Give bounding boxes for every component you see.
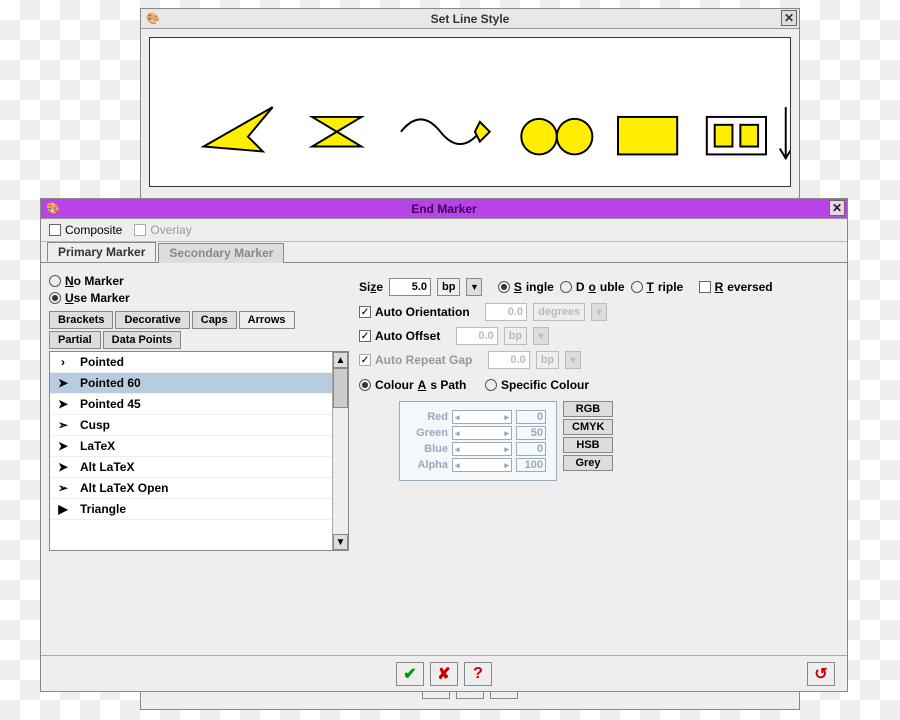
specific-colour-radio[interactable]: Specific Colour	[485, 378, 589, 392]
offset-unit: bp	[504, 327, 527, 345]
colour-sliders: Red◂▸0 Green◂▸50 Blue◂▸0 Alpha◂▸100	[399, 401, 557, 481]
auto-offset-checkbox[interactable]: ✓Auto Offset	[359, 329, 440, 343]
colour-as-path-radio[interactable]: Colour As Path	[359, 378, 466, 392]
cancel-button[interactable]: ✘	[430, 662, 458, 686]
red-slider[interactable]: ◂▸	[452, 410, 512, 424]
green-slider[interactable]: ◂▸	[452, 426, 512, 440]
subtab-partial[interactable]: Partial	[49, 331, 101, 349]
list-item[interactable]: ➣Cusp	[50, 415, 348, 436]
mode-grey[interactable]: Grey	[563, 455, 613, 471]
overlay-label: Overlay	[150, 223, 191, 237]
reset-button[interactable]: ↺	[807, 662, 835, 686]
marker-list: ›Pointed ➤Pointed 60 ➤Pointed 45 ➣Cusp ➤…	[49, 351, 349, 551]
scrollbar[interactable]: ▲ ▼	[332, 352, 348, 550]
subtab-arrows[interactable]: Arrows	[239, 311, 295, 329]
use-marker-radio[interactable]: Use Marker	[49, 291, 349, 305]
scroll-thumb[interactable]	[333, 368, 348, 408]
titlebar[interactable]: 🎨 Set Line Style ✕	[141, 9, 799, 29]
app-icon: 🎨	[45, 201, 61, 217]
right-panel: Size 5.0 bp ▼ Single Double Triple Rever…	[359, 271, 839, 551]
list-item[interactable]: ➢Alt LaTeX Open	[50, 478, 348, 499]
list-item[interactable]: ➤Pointed 45	[50, 394, 348, 415]
scroll-down-icon[interactable]: ▼	[333, 534, 348, 550]
overlay-checkbox[interactable]: Overlay	[134, 223, 191, 237]
repeat-unit: bp	[536, 351, 559, 369]
list-item[interactable]: ➤LaTeX	[50, 436, 348, 457]
offset-input: 0.0	[456, 327, 498, 345]
tab-primary-marker[interactable]: Primary Marker	[47, 242, 156, 262]
orientation-input: 0.0	[485, 303, 527, 321]
marker-tabs: Primary Marker Secondary Marker	[41, 242, 847, 263]
mode-cmyk[interactable]: CMYK	[563, 419, 613, 435]
triple-radio[interactable]: Triple	[631, 280, 684, 294]
composite-label: Composite	[65, 223, 122, 237]
orientation-dropdown: ▼	[591, 303, 607, 321]
left-panel: No Marker Use Marker Brackets Decorative…	[49, 271, 349, 551]
blue-slider[interactable]: ◂▸	[452, 442, 512, 456]
subtab-decorative[interactable]: Decorative	[115, 311, 189, 329]
preview-canvas	[149, 37, 791, 187]
list-item[interactable]: ➤Alt LaTeX	[50, 457, 348, 478]
colour-mode-buttons: RGB CMYK HSB Grey	[563, 401, 613, 471]
ok-button[interactable]: ✔	[396, 662, 424, 686]
list-item[interactable]: ▶Triangle	[50, 499, 348, 520]
orientation-unit: degrees	[533, 303, 585, 321]
size-unit[interactable]: bp	[437, 278, 460, 296]
marker-category-tabs: Brackets Decorative Caps Arrows Partial …	[49, 311, 349, 351]
reversed-checkbox[interactable]: Reversed	[699, 280, 773, 294]
auto-orientation-checkbox[interactable]: ✓Auto Orientation	[359, 305, 470, 319]
composite-checkbox[interactable]: Composite	[49, 223, 122, 237]
tab-secondary-marker[interactable]: Secondary Marker	[158, 243, 284, 263]
offset-dropdown: ▼	[533, 327, 549, 345]
double-radio[interactable]: Double	[560, 280, 625, 294]
subtab-brackets[interactable]: Brackets	[49, 311, 113, 329]
list-item[interactable]: ›Pointed	[50, 352, 348, 373]
app-icon: 🎨	[145, 11, 161, 27]
subtab-datapoints[interactable]: Data Points	[103, 331, 182, 349]
top-options-row: Composite Overlay	[41, 219, 847, 242]
close-icon[interactable]: ✕	[781, 10, 797, 26]
no-marker-radio[interactable]: No Marker	[49, 274, 349, 288]
mode-rgb[interactable]: RGB	[563, 401, 613, 417]
window-title: Set Line Style	[431, 12, 510, 26]
single-radio[interactable]: Single	[498, 280, 554, 294]
size-label: Size	[359, 280, 383, 294]
scroll-up-icon[interactable]: ▲	[333, 352, 348, 368]
auto-repeat-checkbox: ✓Auto Repeat Gap	[359, 353, 472, 367]
repeat-dropdown: ▼	[565, 351, 581, 369]
repeat-input: 0.0	[488, 351, 530, 369]
size-input[interactable]: 5.0	[389, 278, 431, 296]
subtab-caps[interactable]: Caps	[192, 311, 237, 329]
window-title: End Marker	[411, 202, 476, 216]
list-item[interactable]: ➤Pointed 60	[50, 373, 348, 394]
mode-hsb[interactable]: HSB	[563, 437, 613, 453]
alpha-slider[interactable]: ◂▸	[452, 458, 512, 472]
action-bar: ✔ ✘ ? ↺	[41, 655, 847, 691]
titlebar[interactable]: 🎨 End Marker ✕	[41, 199, 847, 219]
close-icon[interactable]: ✕	[829, 200, 845, 216]
size-unit-dropdown[interactable]: ▼	[466, 278, 482, 296]
help-button[interactable]: ?	[464, 662, 492, 686]
end-marker-window: 🎨 End Marker ✕ Composite Overlay Primary…	[40, 198, 848, 692]
